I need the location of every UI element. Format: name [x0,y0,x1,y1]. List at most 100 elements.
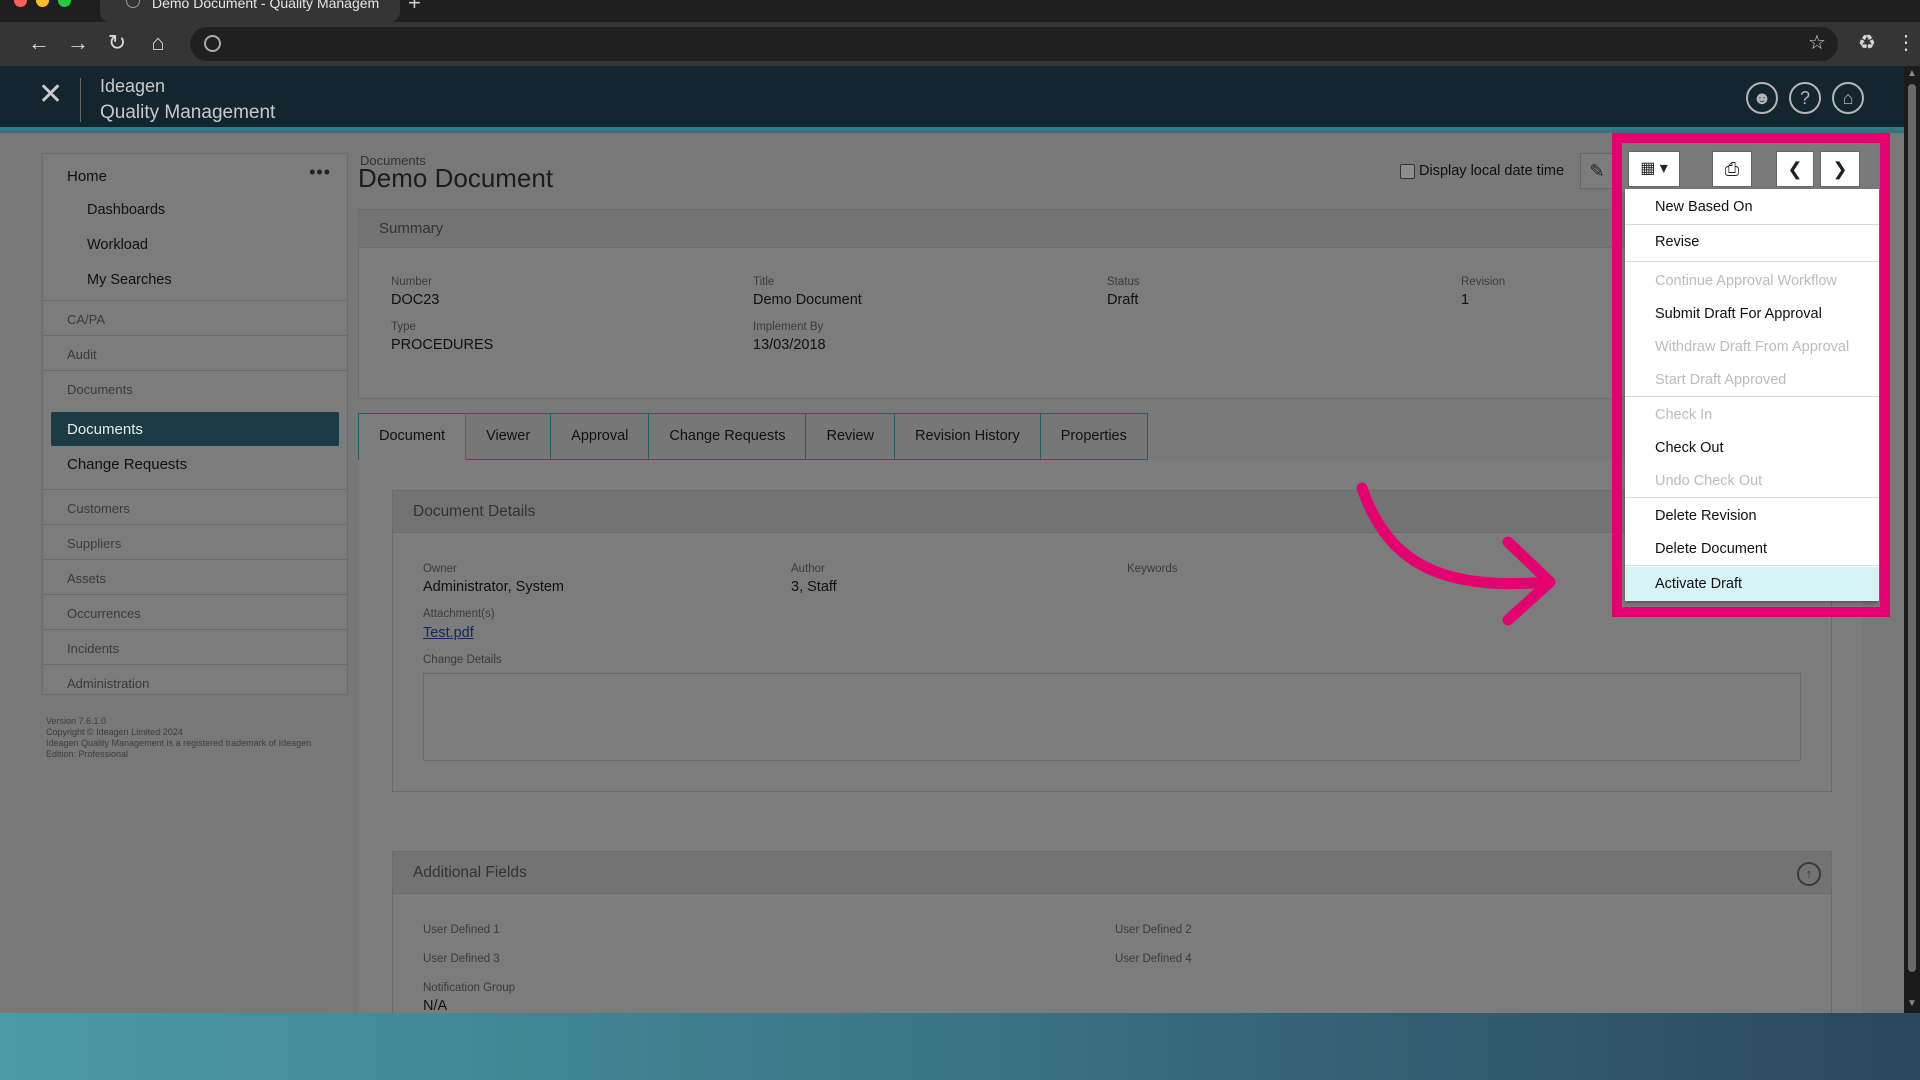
scrollbar-thumb[interactable] [1908,84,1916,972]
tab-title: Demo Document - Quality Managem [152,0,380,11]
tab-viewer[interactable]: Viewer [466,413,552,460]
help-icon[interactable]: ? [1789,82,1821,114]
user-defined-2-label: User Defined 2 [1115,924,1192,936]
browser-tab-strip: Demo Document - Quality Managem + [0,0,1920,22]
site-info-icon[interactable] [204,35,221,52]
page-title: Demo Document [358,163,554,193]
keywords-label: Keywords [1127,563,1178,575]
extensions-icon[interactable]: ♻ [1858,30,1876,55]
desktop-background [0,1013,1920,1080]
title-label: Title [753,276,775,288]
pointer-arrow-icon [1356,482,1556,626]
edition-text: Edition: Professional [46,749,129,759]
implement-by-label: Implement By [753,321,824,333]
notification-group-label: Notification Group [423,982,516,994]
product-name: Quality Management [100,102,276,123]
sidebar-item-customers[interactable]: Customers [43,489,347,524]
home-icon[interactable]: ⌂ [1832,82,1864,114]
revision-value: 1 [1461,292,1470,308]
app-header: ✕ Ideagen Quality Management ☻ ? ⌂ [0,66,1904,130]
tab-revision-history[interactable]: Revision History [895,413,1041,460]
sidebar-item-workload[interactable]: Workload [87,237,148,253]
sidebar-item-home[interactable]: Home [67,168,107,185]
home-page-icon[interactable]: ⌂ [143,28,173,58]
user-defined-1-label: User Defined 1 [423,924,500,936]
author-value: 3, Staff [791,579,837,595]
sidebar-item-my-searches[interactable]: My Searches [87,272,172,288]
local-date-label: Display local date time [1419,163,1565,179]
back-icon[interactable]: ← [24,28,54,58]
summary-panel: Summary Number DOC23 Title Demo Document… [358,209,1672,399]
window-close-dot[interactable] [14,0,27,7]
scroll-up-icon[interactable]: ▲ [1907,68,1917,79]
sidebar-item-occurrences[interactable]: Occurrences [43,594,347,629]
brand-logo: Ideagen [100,76,166,96]
notification-group-value: N/A [423,998,448,1013]
window-minimize-dot[interactable] [36,0,49,7]
user-defined-3-label: User Defined 3 [423,953,500,965]
collapse-up-icon[interactable]: ↑ [1797,862,1821,886]
additional-fields-title: Additional Fields [413,864,527,881]
tab-approval[interactable]: Approval [551,413,650,460]
additional-fields-panel: Additional Fields ↑ User Defined 1 User … [392,851,1832,1013]
title-value: Demo Document [753,292,862,308]
reload-icon[interactable]: ↻ [102,28,132,58]
tab-change-requests[interactable]: Change Requests [649,413,807,460]
user-defined-4-label: User Defined 4 [1115,953,1192,965]
owner-label: Owner [423,563,457,575]
sidebar: Home ••• Dashboards Workload My Searches… [42,153,348,695]
browser-menu-icon[interactable]: ⋮ [1896,30,1916,55]
version-text: Version 7.6.1.0 [46,716,107,726]
bookmark-star-icon[interactable]: ☆ [1808,30,1826,55]
owner-value: Administrator, System [423,579,565,595]
sidebar-item-documents[interactable]: Documents [51,412,339,446]
window-maximize-dot[interactable] [58,0,71,7]
attachments-label: Attachment(s) [423,608,495,620]
sidebar-item-assets[interactable]: Assets [43,559,347,594]
sidebar-item-change-requests[interactable]: Change Requests [67,456,187,473]
attachment-link[interactable]: Test.pdf [423,625,474,641]
tab-review[interactable]: Review [806,413,896,460]
forward-icon[interactable]: → [63,28,93,58]
sidebar-item-capa[interactable]: CA/PA [43,300,347,335]
additional-fields-heading: Additional Fields ↑ [393,852,1831,894]
revision-label: Revision [1461,276,1506,288]
scroll-down-icon[interactable]: ▼ [1907,998,1917,1009]
sidebar-section-documents[interactable]: Documents [43,370,347,405]
user-icon[interactable]: ☻ [1746,82,1778,114]
new-tab-button[interactable]: + [408,0,421,16]
type-value: PROCEDURES [391,337,494,353]
highlight-frame [1612,133,1890,617]
sidebar-item-dashboards[interactable]: Dashboards [87,202,165,218]
number-label: Number [391,276,432,288]
document-tabs: Document Viewer Approval Change Requests… [358,413,1148,460]
sidebar-item-audit[interactable]: Audit [43,335,347,370]
author-label: Author [791,563,825,575]
change-details-box [423,673,1801,761]
page-scrollbar[interactable]: ▲ ▼ [1904,66,1920,1013]
local-date-time-toggle[interactable]: Display local date time [1400,163,1564,179]
copyright-text: Copyright © Ideagen Limited 2024 [46,727,183,737]
edit-pencil-icon[interactable]: ✎ [1580,153,1614,189]
more-options-icon[interactable]: ••• [309,162,331,183]
close-icon[interactable]: ✕ [38,80,63,110]
trademark-text: Ideagen Quality Management is a register… [46,738,312,748]
address-bar[interactable] [190,27,1838,61]
tab-document[interactable]: Document [358,413,467,460]
implement-by-value: 13/03/2018 [753,337,826,353]
header-divider [80,78,81,122]
tab-favicon-icon [126,0,140,8]
sidebar-item-administration[interactable]: Administration [43,664,347,699]
number-value: DOC23 [391,292,440,308]
browser-tab[interactable]: Demo Document - Quality Managem [100,0,400,22]
tab-properties[interactable]: Properties [1040,413,1148,460]
sidebar-item-incidents[interactable]: Incidents [43,629,347,664]
sidebar-footer: Version 7.6.1.0 Copyright © Ideagen Limi… [46,716,336,760]
change-details-label: Change Details [423,654,502,666]
status-value: Draft [1107,292,1139,308]
sidebar-item-suppliers[interactable]: Suppliers [43,524,347,559]
local-date-checkbox[interactable] [1400,163,1415,179]
browser-toolbar: ← → ↻ ⌂ ☆ ♻ ⋮ [0,22,1920,66]
summary-heading: Summary [359,210,1671,248]
status-label: Status [1107,276,1140,288]
